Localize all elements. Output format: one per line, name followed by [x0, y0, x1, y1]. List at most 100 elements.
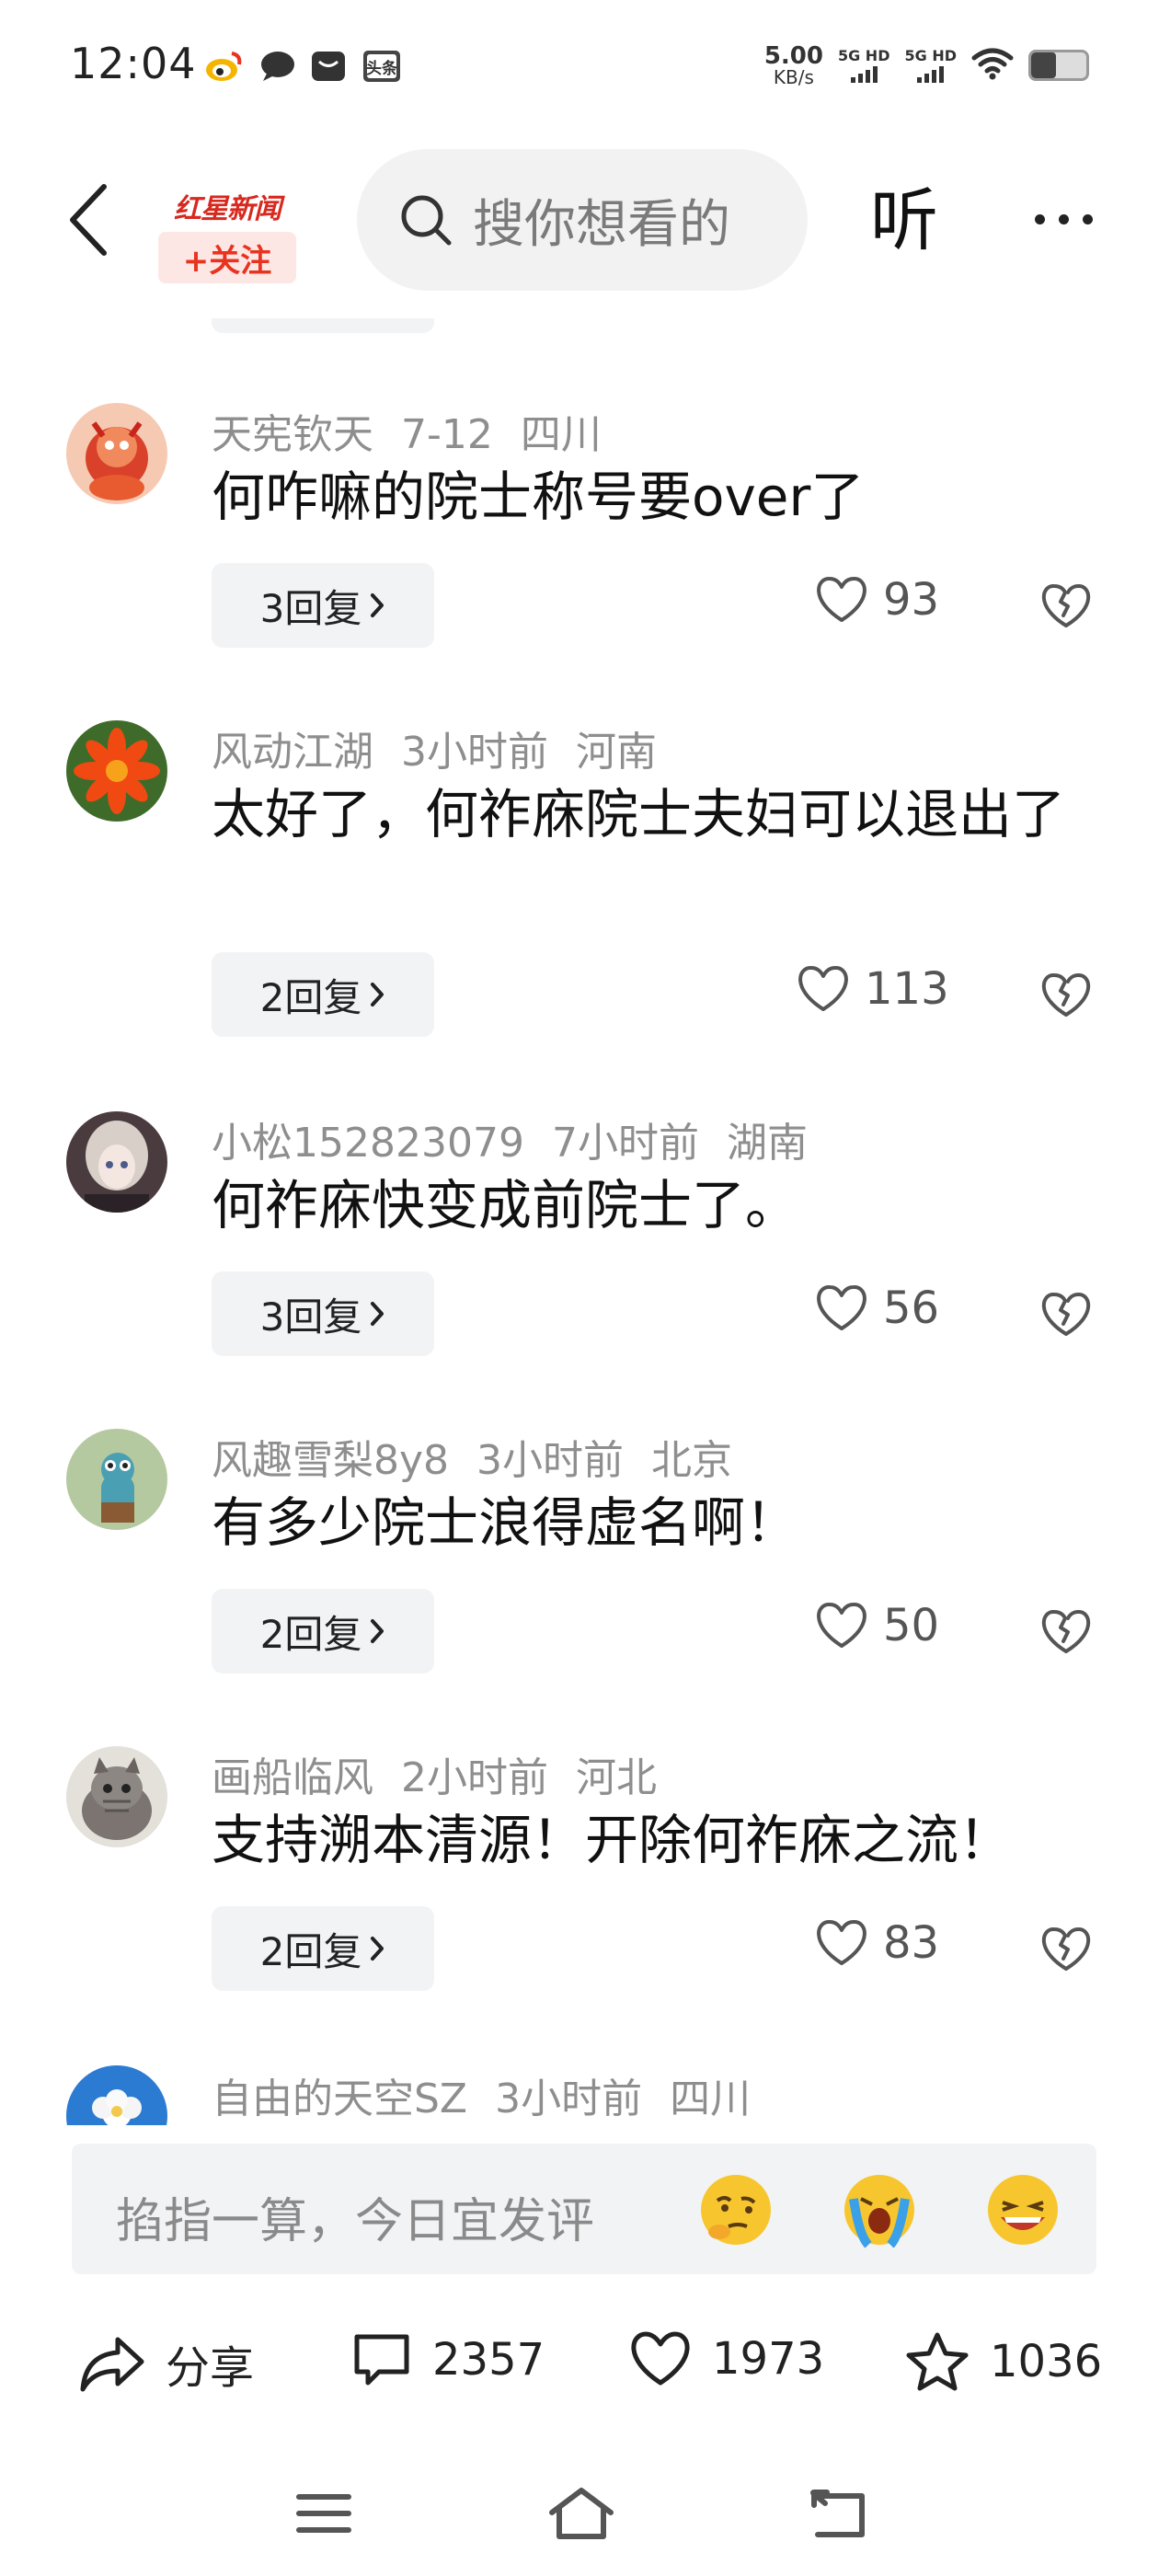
replies-button[interactable]: 3回复 [212, 563, 434, 648]
like-count: 83 [883, 1917, 940, 1969]
comment-username[interactable]: 天宪钦天 [212, 411, 373, 458]
like-button[interactable]: 113 [797, 963, 949, 1015]
chevron-right-icon [369, 592, 385, 619]
thinking-emoji-icon[interactable] [697, 2171, 775, 2248]
more-menu-button[interactable] [1027, 201, 1100, 237]
avatar[interactable] [66, 720, 167, 822]
heart-outline-icon [817, 1285, 866, 1330]
dislike-button[interactable] [1036, 576, 1096, 637]
more-dot [1034, 213, 1045, 224]
comment-list[interactable]: 天宪钦天 7-12 四川 何咋嘛的院士称号要over了 3回复 93 风动江湖 3小时… [0, 368, 1159, 2125]
sim1-signal: 5G HD [838, 48, 889, 83]
comment-location: 湖南 [726, 1120, 808, 1167]
back-nav-icon[interactable] [802, 2477, 876, 2550]
laughing-emoji-icon[interactable] [984, 2171, 1061, 2248]
back-arrow-icon [70, 184, 107, 256]
net-speed: 5.00 KB/s [764, 44, 823, 86]
favorite-button[interactable]: 1036 [905, 2331, 1102, 2392]
net-speed-unit: KB/s [773, 66, 814, 88]
comment-time: 2小时前 [401, 1754, 548, 1801]
comment-location: 河北 [576, 1754, 657, 1801]
avatar[interactable] [66, 2065, 167, 2125]
comment-text: 支持溯本清源！开除何祚庥之流！ [212, 1809, 1013, 1871]
comment-username[interactable]: 画船临风 [212, 1754, 373, 1801]
sim2-label: 5G HD [904, 46, 957, 64]
comment-item: 画船临风 2小时前 河北 支持溯本清源！开除何祚庥之流！ 2回复 83 [0, 1711, 1159, 2029]
heart-outline-icon [817, 577, 866, 622]
replies-count: 2回复 [259, 1611, 362, 1657]
comment-item: 风趣雪梨8y8 3小时前 北京 有多少院士浪得虚名啊！ 2回复 50 [0, 1394, 1159, 1711]
search-input[interactable]: 搜你想看的 [357, 149, 808, 291]
like-button[interactable]: 93 [815, 574, 939, 626]
comment-username[interactable]: 自由的天空SZ [212, 2076, 467, 2122]
like-button[interactable]: 56 [815, 1282, 939, 1334]
status-time: 12:04 [70, 39, 197, 88]
share-button[interactable]: 分享 [79, 2331, 254, 2396]
more-dot [1082, 213, 1093, 224]
comment-text: 何祚庥快变成前院士了。 [212, 1174, 799, 1236]
broken-heart-icon [1041, 1927, 1091, 1971]
back-button[interactable] [59, 178, 118, 261]
avatar[interactable] [66, 1746, 167, 1847]
heart-outline-icon [817, 1920, 866, 1965]
search-placeholder: 搜你想看的 [473, 194, 730, 255]
like-count: 56 [883, 1282, 940, 1334]
comment-time: 7-12 [401, 411, 493, 458]
share-icon [80, 2337, 144, 2392]
more-dot [1058, 213, 1069, 224]
comment-location: 河南 [576, 729, 657, 776]
chevron-right-icon [369, 1300, 385, 1328]
comment-meta: 风动江湖 3小时前 河南 [212, 719, 684, 777]
dislike-button[interactable] [1036, 965, 1096, 1026]
replies-button[interactable]: 2回复 [212, 1906, 434, 1991]
replies-button[interactable]: 3回复 [212, 1271, 434, 1356]
like-button[interactable]: 50 [815, 1600, 939, 1651]
replies-count: 3回复 [259, 1294, 362, 1340]
avatar[interactable] [66, 403, 167, 504]
follow-button[interactable]: +关注 [158, 232, 296, 283]
replies-button[interactable]: 2回复 [212, 952, 434, 1037]
home-icon[interactable] [545, 2477, 618, 2550]
crying-emoji-icon[interactable] [841, 2171, 918, 2248]
comment-meta: 画船临风 2小时前 河北 [212, 1744, 684, 1803]
like-count: 93 [883, 574, 940, 626]
net-speed-value: 5.00 [763, 42, 823, 70]
message-bubble-icon [259, 50, 296, 83]
comment-time: 3小时前 [476, 1437, 625, 1484]
comment-username[interactable]: 风趣雪梨8y8 [212, 1437, 449, 1484]
comment-username[interactable]: 风动江湖 [212, 729, 373, 776]
comment-input[interactable]: 掐指一算，今日宜发评 [72, 2144, 1096, 2274]
comment-meta: 风趣雪梨8y8 3小时前 北京 [212, 1427, 760, 1486]
top-nav: 红星新闻 +关注 搜你想看的 听 [0, 138, 1159, 304]
like-article-button[interactable]: 1973 [629, 2331, 824, 2386]
search-icon [401, 195, 452, 246]
like-count: 50 [883, 1600, 940, 1651]
heart-outline-icon [798, 966, 848, 1011]
publisher-logo[interactable]: 红星新闻 +关注 [155, 155, 300, 285]
dislike-button[interactable] [1036, 1919, 1096, 1980]
dislike-button[interactable] [1036, 1284, 1096, 1345]
replies-count: 2回复 [259, 1928, 362, 1974]
replies-button[interactable]: 2回复 [212, 1589, 434, 1673]
comment-time: 3小时前 [495, 2076, 643, 2122]
comment-username[interactable]: 小松152823079 [212, 1120, 524, 1167]
signal-bars-icon [850, 65, 878, 83]
battery-fill [1031, 52, 1056, 78]
dislike-button[interactable] [1036, 1602, 1096, 1662]
comment-text: 太好了，何祚庥院士夫妇可以退出了 [212, 783, 1066, 845]
avatar[interactable] [66, 1111, 167, 1213]
chevron-right-icon [369, 1935, 385, 1962]
comment-item: 自由的天空SZ 3小时前 四川 [0, 2029, 1159, 2125]
heart-outline-icon [631, 2331, 690, 2386]
comments-button[interactable]: 2357 [351, 2331, 545, 2388]
comment-time: 3小时前 [401, 729, 548, 776]
comment-item: 天宪钦天 7-12 四川 何咋嘛的院士称号要over了 3回复 93 [0, 368, 1159, 685]
broken-heart-icon [1041, 1610, 1091, 1653]
menu-icon[interactable] [287, 2477, 361, 2550]
avatar[interactable] [66, 1429, 167, 1530]
publisher-logo-text: 红星新闻 [174, 193, 281, 225]
like-button[interactable]: 83 [815, 1917, 939, 1969]
comment-item: 风动江湖 3小时前 河南 太好了，何祚庥院士夫妇可以退出了 2回复 113 [0, 685, 1159, 1076]
comment-location: 四川 [670, 2076, 752, 2122]
listen-button[interactable]: 听 [870, 177, 938, 265]
